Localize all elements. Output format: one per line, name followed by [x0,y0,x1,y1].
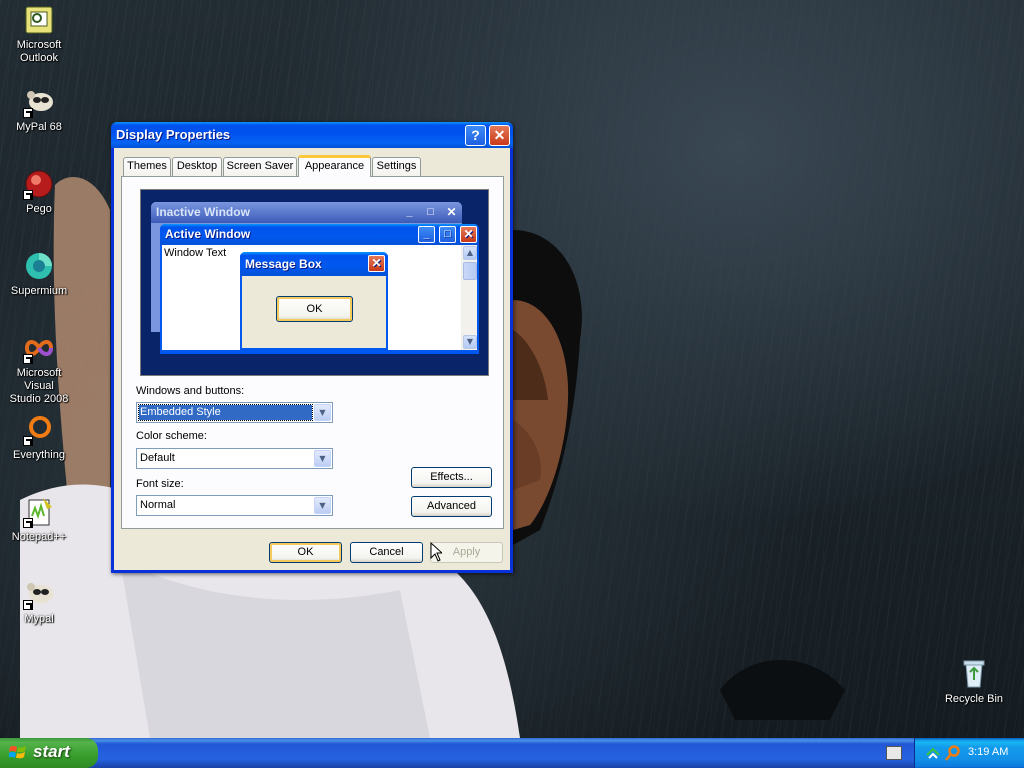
preview-msgbox-body: OK [242,276,386,348]
desktop-icon-label: Recycle Bin [944,693,1004,705]
desktop-icon-outlook[interactable]: Microsoft Outlook [1,4,77,65]
font-size-select[interactable]: Normal ▼ [136,495,333,516]
close-icon: ✕ [460,226,477,243]
desktop-icon-label: Pego [26,203,52,215]
preview-msgbox-title: Message Box ✕ [240,252,388,276]
desktop-icon-mypal[interactable]: Mypal [1,578,77,626]
preview-active-title: Active Window _ □ ✕ [160,224,479,245]
advanced-button[interactable]: Advanced [411,496,492,517]
keyboard-icon[interactable] [886,746,902,760]
everything-icon [23,414,55,446]
desktop-icon-label: Supermium [10,285,68,297]
appearance-panel: Inactive Window _ □ ✕ Active Window _ □ … [121,176,504,529]
start-button[interactable]: start [0,738,98,768]
desktop-icon-notepadpp[interactable]: Notepad++ [1,496,77,544]
scroll-thumb [463,262,477,280]
close-button[interactable]: ✕ [489,125,510,146]
shortcut-arrow-icon [23,436,33,446]
shortcut-arrow-icon [23,190,33,200]
notepad-plus-plus-icon [23,496,55,528]
preview-scrollbar: ▲ ▼ [461,245,477,350]
windows-buttons-select[interactable]: Embedded Style ▼ [136,402,333,423]
tab-screen-saver[interactable]: Screen Saver [223,157,297,176]
shortcut-arrow-icon [23,600,33,610]
font-size-value: Normal [140,499,176,511]
desktop-icon-label: MyPal 68 [16,121,62,133]
preview-inactive-title-text: Inactive Window [156,205,250,219]
pego-icon [23,168,55,200]
chevron-down-icon[interactable]: ▼ [314,404,331,421]
visual-studio-icon [23,332,55,364]
desktop-icon-mypal68[interactable]: MyPal 68 [1,86,77,134]
tab-themes[interactable]: Themes [123,157,171,176]
ok-button[interactable]: OK [269,542,342,563]
desktop-icon-supermium[interactable]: Supermium [1,250,77,298]
preview-window-text: Window Text [164,247,227,259]
desktop-icon-label: Microsoft Outlook [16,39,62,64]
outlook-icon [23,4,55,36]
help-button[interactable]: ? [465,125,486,146]
tab-settings[interactable]: Settings [372,157,421,176]
network-icon[interactable] [925,745,941,761]
desktop-icon-recycle-bin[interactable]: Recycle Bin [936,658,1012,706]
font-size-label: Font size: [136,478,184,490]
windows-flag-icon [9,745,26,759]
windows-buttons-label: Windows and buttons: [136,385,245,397]
mypal-icon [23,86,55,118]
scroll-up-icon: ▲ [463,246,477,260]
cancel-button[interactable]: Cancel [350,542,423,563]
color-scheme-label: Color scheme: [136,430,207,442]
desktop-icon-label: Notepad++ [11,531,67,543]
minimize-icon: _ [406,206,413,218]
minimize-icon: _ [418,226,435,243]
preview-active-title-text: Active Window [165,227,251,241]
close-icon: ✕ [493,127,506,143]
chevron-down-icon[interactable]: ▼ [314,497,331,514]
preview-message-box: Message Box ✕ OK [240,252,388,350]
recycle-bin-icon [958,658,990,690]
color-scheme-value: Default [140,452,175,464]
taskbar: start 3:19 AM [0,738,1024,768]
preview-inactive-title: Inactive Window _ □ ✕ [151,202,462,223]
shortcut-arrow-icon [23,518,33,528]
system-tray: 3:19 AM [914,738,1024,768]
clock[interactable]: 3:19 AM [968,746,1008,758]
supermium-icon [23,250,55,282]
desktop-icon-visual-studio[interactable]: Microsoft Visual Studio 2008 [1,332,77,406]
desktop-icon-everything[interactable]: Everything [1,414,77,462]
appearance-preview: Inactive Window _ □ ✕ Active Window _ □ … [140,189,489,376]
preview-msgbox-title-text: Message Box [245,257,322,271]
effects-button[interactable]: Effects... [411,467,492,488]
chevron-down-icon[interactable]: ▼ [314,450,331,467]
windows-buttons-value: Embedded Style [138,404,313,421]
scroll-down-icon: ▼ [463,335,477,349]
color-scheme-select[interactable]: Default ▼ [136,448,333,469]
mypal-icon [23,578,55,610]
search-icon[interactable] [945,745,961,761]
desktop-icon-label: Everything [13,449,65,461]
preview-msgbox-ok: OK [276,296,353,322]
window-title: Display Properties [116,127,231,142]
desktop-icon-pego[interactable]: Pego [1,168,77,216]
close-icon: ✕ [446,205,457,219]
maximize-icon: □ [427,206,434,218]
close-icon: ✕ [368,255,385,272]
window-body: Themes Desktop Screen Saver Appearance S… [114,148,510,570]
desktop-icon-label: Microsoft Visual Studio 2008 [9,367,69,405]
maximize-icon: □ [439,226,456,243]
display-properties-window: Display Properties ? ✕ Themes Desktop Sc… [111,122,513,573]
desktop-icon-label: Mypal [24,613,54,625]
help-icon: ? [471,127,480,143]
tab-desktop[interactable]: Desktop [172,157,222,176]
shortcut-arrow-icon [23,108,33,118]
shortcut-arrow-icon [23,354,33,364]
window-titlebar[interactable]: Display Properties ? ✕ [111,122,513,148]
mouse-cursor-icon [430,542,442,562]
tab-appearance[interactable]: Appearance [298,155,371,177]
start-label: start [33,742,70,761]
